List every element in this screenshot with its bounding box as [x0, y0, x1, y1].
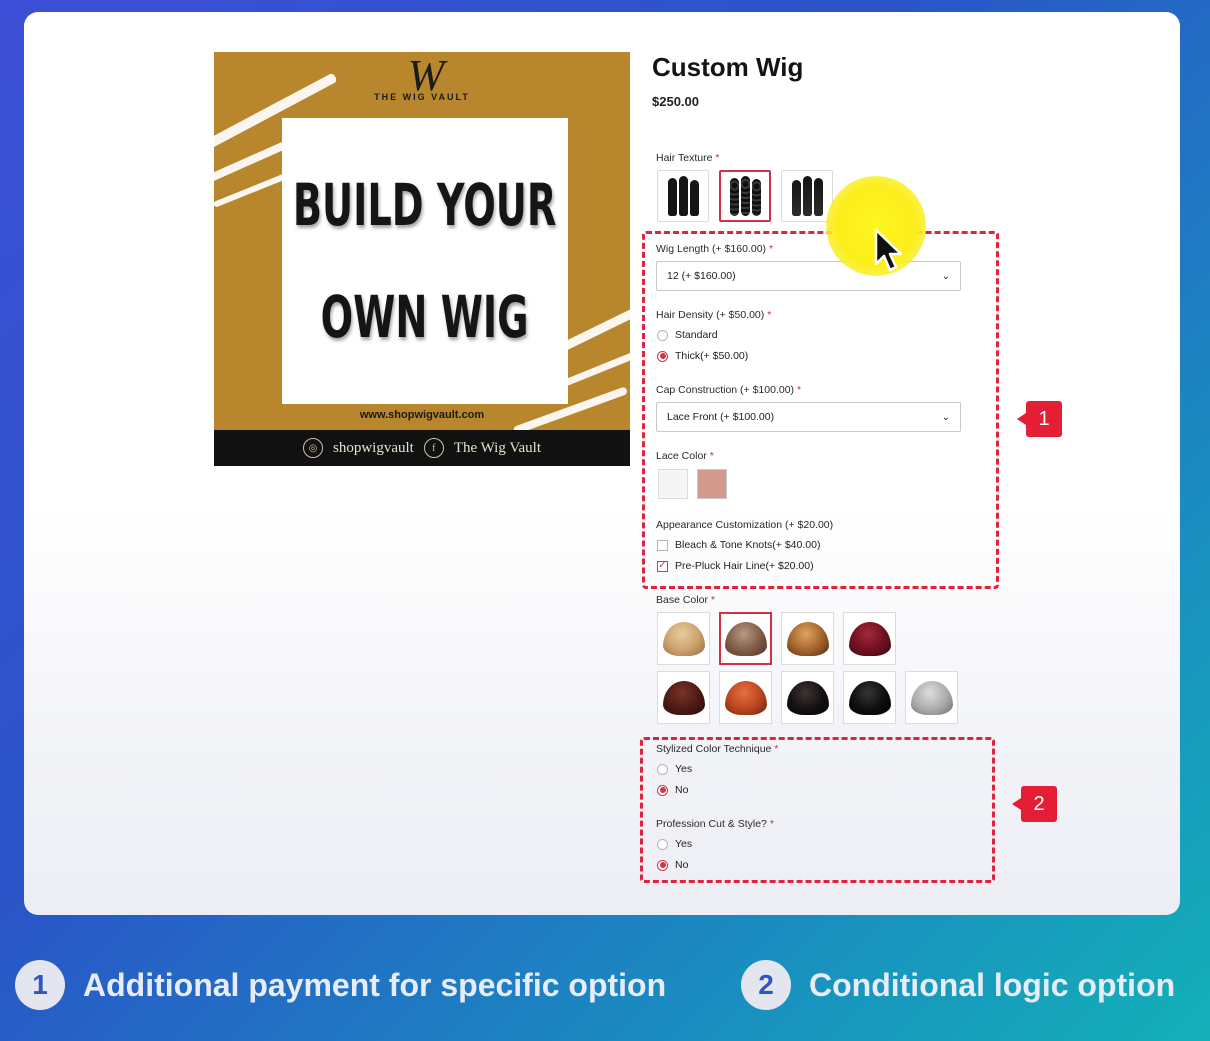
loose-wave-hair-icon: [791, 176, 823, 216]
base-color-silver-grey[interactable]: [905, 671, 958, 724]
legend-item-2: 2 Conditional logic option: [741, 960, 1175, 1010]
base-color-golden-brown[interactable]: [781, 612, 834, 665]
texture-option-loose-wave[interactable]: [781, 170, 833, 222]
texture-option-straight[interactable]: [657, 170, 709, 222]
base-color-dark-auburn[interactable]: [657, 671, 710, 724]
annotation-marker-2: 2: [1012, 786, 1057, 822]
mouse-pointer-icon: [874, 228, 903, 272]
hair-color-swatch: [724, 680, 767, 715]
promo-url: www.shopwigvault.com: [359, 409, 485, 421]
texture-option-deep-wave[interactable]: [719, 170, 771, 222]
hair-color-swatch: [786, 621, 829, 656]
annotation-box-1: [642, 231, 999, 589]
facebook-icon: f: [423, 438, 444, 458]
instagram-icon: ◎: [302, 438, 323, 458]
base-color-ash-brown[interactable]: [719, 612, 772, 665]
base-color-honey-blonde[interactable]: [657, 612, 710, 665]
hair-texture-label: Hair Texture *: [656, 152, 720, 164]
logo-text: THE WIG VAULT: [374, 92, 470, 102]
hair-color-swatch: [662, 621, 705, 656]
facebook-handle: The Wig Vault: [453, 439, 541, 456]
straight-hair-icon: [667, 176, 699, 216]
hair-color-swatch: [848, 621, 891, 656]
hair-color-swatch: [786, 680, 829, 715]
promo-footer: ◎ shopwigvault f The Wig Vault: [214, 430, 630, 466]
base-color-natural-black[interactable]: [843, 671, 896, 724]
brand-logo: W THE WIG VAULT: [214, 54, 630, 103]
deep-wave-hair-icon: [729, 176, 761, 216]
hair-color-swatch: [662, 680, 705, 715]
annotation-box-2: [640, 737, 995, 883]
legend-item-1: 1 Additional payment for specific option: [15, 960, 666, 1010]
base-color-burgundy[interactable]: [843, 612, 896, 665]
legend-text: Conditional logic option: [809, 966, 1176, 1003]
headline-line1: BUILD YOUR: [293, 171, 557, 239]
product-title: Custom Wig: [652, 52, 804, 82]
legend-number: 2: [741, 960, 791, 1010]
base-color-copper-red[interactable]: [719, 671, 772, 724]
hair-color-swatch: [724, 621, 767, 656]
headline-line2: OWN WIG: [320, 283, 530, 351]
base-color-label: Base Color *: [656, 594, 715, 606]
legend-number: 1: [15, 960, 65, 1010]
headline-box: BUILD YOUR OWN WIG: [282, 118, 568, 404]
legend-text: Additional payment for specific option: [83, 966, 667, 1003]
instagram-handle: shopwigvault: [332, 439, 414, 456]
hair-color-swatch: [848, 680, 891, 715]
base-color-jet-black[interactable]: [781, 671, 834, 724]
hair-color-swatch: [910, 680, 953, 715]
product-image[interactable]: W THE WIG VAULT BUILD YOUR OWN WIG www.s…: [214, 52, 630, 466]
product-price: $250.00: [652, 94, 699, 109]
annotation-marker-1: 1: [1017, 401, 1062, 437]
brush-stroke: [557, 348, 630, 389]
